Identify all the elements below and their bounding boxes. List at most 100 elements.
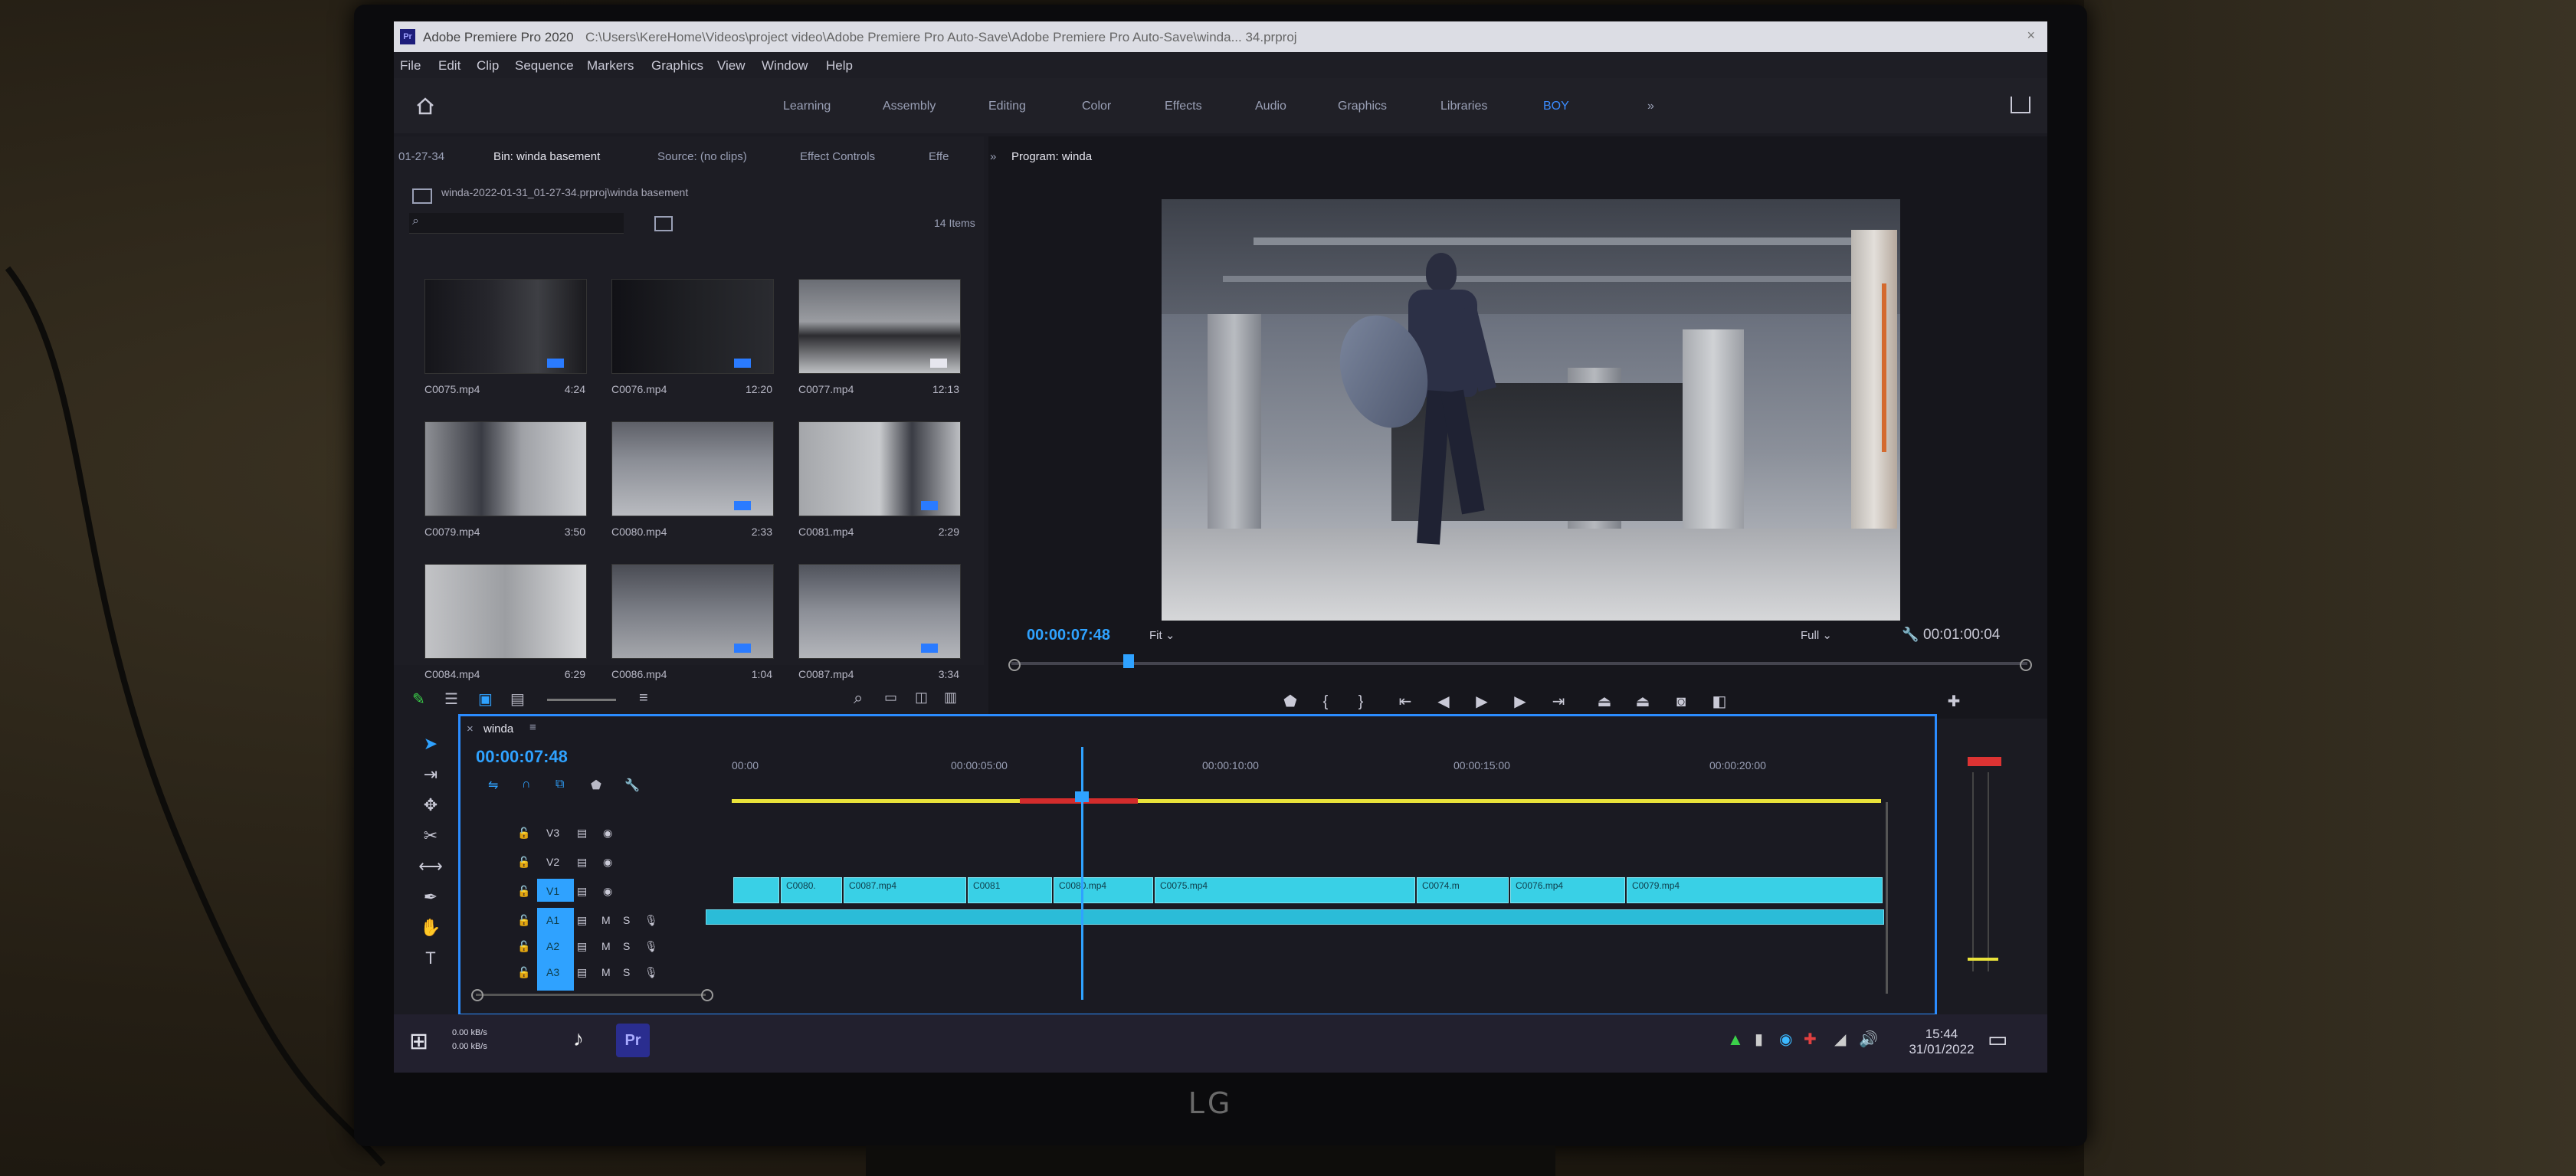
eye-icon[interactable]: ◉ <box>603 885 612 898</box>
go-to-in-icon[interactable]: ⇤ <box>1395 691 1416 712</box>
selection-tool-icon[interactable]: ➤ <box>417 734 444 758</box>
sync-lock-icon[interactable]: ▤ <box>577 940 587 953</box>
close-icon[interactable]: × <box>2027 28 2035 44</box>
menu-graphics[interactable]: Graphics <box>651 58 703 74</box>
menu-icon[interactable]: ≡ <box>529 721 536 734</box>
search-icon[interactable]: ⌕ <box>854 688 863 708</box>
compare-icon[interactable]: ◧ <box>1709 691 1730 712</box>
menu-help[interactable]: Help <box>826 58 853 74</box>
lock-icon[interactable]: 🔓 <box>517 914 530 927</box>
workspace-graphics[interactable]: Graphics <box>1338 100 1387 113</box>
mic-icon[interactable]: 🎙 <box>644 914 658 927</box>
eye-icon[interactable]: ◉ <box>603 856 612 869</box>
resolution-select[interactable]: Full ⌄ <box>1801 628 1832 642</box>
menu-clip[interactable]: Clip <box>477 58 499 74</box>
current-timecode[interactable]: 00:00:07:48 <box>1027 627 1110 644</box>
lock-icon[interactable]: 🔓 <box>517 856 530 869</box>
new-bin-icon[interactable]: ▭ <box>884 690 897 706</box>
solo-button[interactable]: S <box>623 940 630 952</box>
sync-lock-icon[interactable]: ▤ <box>577 827 587 840</box>
step-forward-icon[interactable]: ▶ <box>1509 691 1531 712</box>
clock[interactable]: 15:44 31/01/2022 <box>1907 1027 1976 1057</box>
trash-icon[interactable]: ▥ <box>944 690 957 706</box>
lock-icon[interactable]: 🔓 <box>517 885 530 898</box>
mark-out-icon[interactable]: } <box>1350 691 1372 712</box>
windows-start-icon[interactable]: ⊞ <box>409 1028 428 1055</box>
workspaces-overflow-icon[interactable]: » <box>1647 100 1654 113</box>
add-button-icon[interactable]: ✚ <box>1943 691 1965 712</box>
freeform-view-icon[interactable]: ▤ <box>510 690 525 709</box>
tab-effects[interactable]: Effe <box>929 150 949 163</box>
workspace-color[interactable]: Color <box>1082 100 1111 113</box>
search-input[interactable]: ⌕ <box>409 213 624 234</box>
tab-sequence[interactable]: winda <box>483 722 513 735</box>
mute-button[interactable]: M <box>601 966 611 978</box>
sort-icon[interactable]: ≡ <box>639 690 648 707</box>
menu-markers[interactable]: Markers <box>587 58 634 74</box>
workspace-boy[interactable]: BOY <box>1543 100 1569 113</box>
sync-lock-icon[interactable]: ▤ <box>577 966 587 979</box>
add-marker-icon[interactable]: ⬟ <box>1280 691 1301 712</box>
extract-icon[interactable]: ⏏ <box>1632 691 1653 712</box>
step-back-icon[interactable]: ◀ <box>1433 691 1454 712</box>
workspace-audio[interactable]: Audio <box>1255 100 1286 113</box>
timeline-playhead[interactable] <box>1081 747 1083 1000</box>
ripple-edit-tool-icon[interactable]: ✥ <box>417 795 444 820</box>
mute-button[interactable]: M <box>601 940 611 952</box>
list-view-icon[interactable]: ☰ <box>444 690 458 709</box>
icon-view-icon[interactable]: ▣ <box>478 690 493 709</box>
scroll-handle[interactable] <box>471 989 483 1001</box>
clip-thumbnail[interactable] <box>424 564 587 659</box>
close-icon[interactable]: × <box>467 722 474 735</box>
pencil-icon[interactable]: ✎ <box>412 690 425 709</box>
hand-tool-icon[interactable]: ✋ <box>417 918 444 942</box>
wrench-icon[interactable]: 🔧 <box>1902 627 1919 643</box>
nest-icon[interactable]: ⇋ <box>488 778 498 793</box>
timeline-clip[interactable] <box>733 877 779 903</box>
sync-lock-icon[interactable]: ▤ <box>577 914 587 927</box>
clip-thumbnail[interactable] <box>424 421 587 516</box>
tab-bin[interactable]: Bin: winda basement <box>493 150 600 163</box>
solo-button[interactable]: S <box>623 914 630 926</box>
home-icon[interactable] <box>415 97 435 115</box>
timeline-clip[interactable]: C0081 <box>968 877 1052 903</box>
timeline-clip[interactable]: C0075.mp4 <box>1155 877 1415 903</box>
eye-icon[interactable]: ◉ <box>603 827 612 840</box>
volume-icon[interactable]: 🔊 <box>1859 1030 1878 1049</box>
timeline-clip[interactable]: C0079.mp4 <box>1627 877 1883 903</box>
pen-tool-icon[interactable]: ✒ <box>417 887 444 912</box>
menu-view[interactable]: View <box>717 58 746 74</box>
share-icon[interactable] <box>2011 97 2030 113</box>
zoom-slider[interactable] <box>547 699 616 701</box>
new-bin-icon[interactable] <box>654 216 673 231</box>
workspace-libraries[interactable]: Libraries <box>1440 100 1487 113</box>
mute-button[interactable]: M <box>601 914 611 926</box>
sync-lock-icon[interactable]: ▤ <box>577 885 587 898</box>
timeline-clip[interactable]: C0080.mp4 <box>1054 877 1153 903</box>
work-area-bar[interactable] <box>732 799 1881 803</box>
razor-tool-icon[interactable]: ✂ <box>417 826 444 850</box>
scrub-end-handle[interactable] <box>2020 659 2032 671</box>
lock-icon[interactable]: 🔓 <box>517 827 530 840</box>
scroll-handle[interactable] <box>701 989 713 1001</box>
snap-icon[interactable]: ∩ <box>522 778 531 791</box>
slip-tool-icon[interactable]: ⟷ <box>417 857 444 881</box>
linked-selection-icon[interactable]: ⧉ <box>556 778 564 791</box>
workspace-editing[interactable]: Editing <box>988 100 1026 113</box>
timeline-vertical-scrollbar[interactable] <box>1886 802 1888 994</box>
lock-icon[interactable]: 🔓 <box>517 940 530 953</box>
timeline-clip[interactable]: C0074.m <box>1417 877 1509 903</box>
lift-icon[interactable]: ⏏ <box>1594 691 1615 712</box>
panel-overflow-icon[interactable]: » <box>990 150 996 163</box>
go-to-out-icon[interactable]: ⇥ <box>1548 691 1569 712</box>
tab-source[interactable]: Source: (no clips) <box>657 150 747 163</box>
monitor-scrub-bar[interactable] <box>1011 662 2027 665</box>
menu-edit[interactable]: Edit <box>438 58 460 74</box>
workspace-assembly[interactable]: Assembly <box>883 100 936 113</box>
menu-window[interactable]: Window <box>762 58 808 74</box>
tray-icon[interactable]: ▲ <box>1727 1030 1744 1050</box>
workspace-learning[interactable]: Learning <box>783 100 831 113</box>
menu-file[interactable]: File <box>400 58 421 74</box>
premiere-taskbar-icon[interactable]: Pr <box>616 1024 650 1057</box>
tray-icon[interactable]: ◉ <box>1779 1030 1792 1049</box>
